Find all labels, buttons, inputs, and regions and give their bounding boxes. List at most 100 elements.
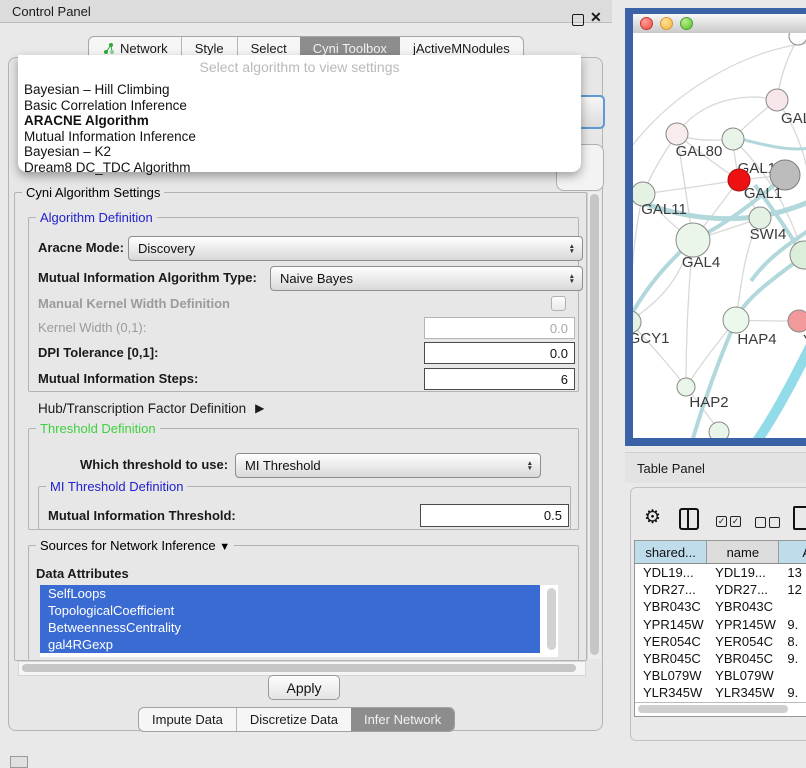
table-row[interactable]: YER054CYER054C8. — [635, 633, 806, 650]
table-row[interactable]: YPR145WYPR145W9. — [635, 616, 806, 633]
data-attributes-list[interactable]: SelfLoopsTopologicalCoefficientBetweenne… — [40, 585, 558, 657]
column-header[interactable]: name — [707, 541, 779, 563]
network-edge — [677, 97, 777, 134]
network-node-gal4[interactable] — [676, 223, 710, 257]
close-traffic-light-icon[interactable] — [640, 17, 653, 30]
table-row[interactable]: YBL079WYBL079W — [635, 667, 806, 684]
node-label: GAL11 — [641, 201, 687, 218]
network-node[interactable] — [789, 33, 806, 45]
network-edge — [693, 320, 736, 438]
tab-discretize-data[interactable]: Discretize Data — [236, 708, 351, 731]
close-icon[interactable]: ✕ — [590, 12, 602, 22]
expanded-arrow-icon: ▼ — [219, 541, 230, 553]
algorithm-definition-legend: Algorithm Definition — [36, 210, 157, 225]
network-edge — [757, 341, 806, 438]
aracne-mode-label: Aracne Mode: — [38, 236, 124, 259]
kernel-width-label: Kernel Width (0,1): — [38, 317, 146, 338]
tab-impute-data[interactable]: Impute Data — [139, 708, 236, 731]
algorithm-option[interactable]: ARACNE Algorithm — [18, 113, 581, 129]
network-node-hap4[interactable] — [723, 307, 749, 333]
attribute-item[interactable]: SelfLoops — [40, 585, 540, 602]
data-attributes-label: Data Attributes — [36, 565, 129, 581]
network-node-gal10[interactable] — [722, 128, 744, 150]
table-hscrollbar[interactable] — [635, 702, 806, 716]
window-fragment — [10, 756, 28, 768]
node-label: HAP4 — [737, 331, 776, 348]
network-edge — [741, 139, 806, 149]
network-node-y[interactable] — [788, 310, 806, 332]
mi-steps-input[interactable]: 6 — [424, 368, 575, 390]
sources-legend[interactable]: Sources for Network Inference ▼ — [36, 538, 234, 553]
spinner-arrows-icon: ▲▼ — [527, 461, 533, 471]
node-label: SWI4 — [750, 226, 787, 243]
manual-kernel-label: Manual Kernel Width Definition — [38, 295, 230, 311]
node-label: GAL1 — [744, 185, 782, 202]
export-table-icon[interactable] — [793, 506, 806, 530]
node-label: HAP2 — [689, 394, 728, 411]
algorithm-dropdown[interactable]: Select algorithm to view settings Bayesi… — [18, 55, 581, 172]
algorithm-dropdown-hint: Select algorithm to view settings — [18, 55, 581, 77]
table-row[interactable]: YBR043CYBR043C — [635, 598, 806, 615]
mi-threshold-legend: MI Threshold Definition — [46, 479, 187, 494]
dpi-tolerance-label: DPI Tolerance [0,1]: — [38, 342, 158, 363]
column-header[interactable]: A — [779, 541, 806, 563]
algorithm-option[interactable]: Basic Correlation Inference — [18, 98, 581, 114]
table-row[interactable]: YLR345WYLR345W9. — [635, 684, 806, 701]
mi-threshold-label: Mutual Information Threshold: — [48, 504, 236, 526]
minimize-traffic-light-icon[interactable] — [660, 17, 673, 30]
node-table[interactable]: shared...nameA YDL19...YDL19...13YDR27..… — [634, 540, 806, 717]
float-icon[interactable] — [572, 13, 584, 31]
table-panel-title: Table Panel — [637, 461, 705, 476]
attribute-item[interactable]: gal4RGexp — [40, 636, 540, 653]
table-row[interactable]: YDR27...YDR27...12 — [635, 581, 806, 598]
list-scrollbar-thumb[interactable] — [547, 588, 556, 650]
network-node-gal[interactable] — [766, 89, 788, 111]
spinner-arrows-icon: ▲▼ — [569, 244, 575, 254]
columns-icon[interactable] — [679, 508, 699, 530]
dpi-tolerance-input[interactable]: 0.0 — [424, 342, 575, 364]
algorithm-option[interactable]: Bayesian – K2 — [18, 144, 581, 160]
node-label: GAL80 — [676, 143, 723, 160]
network-window-titlebar[interactable] — [633, 14, 806, 34]
hub-definition-toggle[interactable]: Hub/Transcription Factor Definition ▶ — [38, 399, 264, 417]
algorithm-option[interactable]: Dream8 DC_TDC Algorithm — [18, 160, 581, 176]
spinner-arrows-icon: ▲▼ — [569, 274, 575, 284]
apply-button[interactable]: Apply — [268, 675, 340, 700]
settings-hscrollbar[interactable] — [18, 661, 586, 676]
control-panel-title: Control Panel — [12, 4, 91, 19]
attribute-item[interactable]: TopologicalCoefficient — [40, 602, 540, 619]
node-label: GAL — [781, 110, 806, 127]
network-icon — [102, 42, 115, 55]
node-label: GCY1 — [633, 330, 669, 347]
threshold-definition-legend: Threshold Definition — [36, 421, 160, 436]
mi-steps-label: Mutual Information Steps: — [38, 368, 198, 389]
which-threshold-select[interactable]: MI Threshold ▲▼ — [235, 453, 541, 478]
show-columns-icon[interactable]: ✓✓ — [716, 511, 744, 529]
algorithm-option[interactable]: Bayesian – Hill Climbing — [18, 82, 581, 98]
network-node-gal80[interactable] — [666, 123, 688, 145]
manual-kernel-checkbox[interactable] — [551, 296, 566, 311]
table-row[interactable]: YBR045CYBR045C9. — [635, 650, 806, 667]
mi-type-select[interactable]: Naive Bayes ▲▼ — [270, 266, 583, 291]
gear-icon[interactable]: ⚙ — [644, 506, 661, 529]
mi-threshold-input[interactable]: 0.5 — [420, 504, 569, 527]
algorithm-option[interactable]: Mutual Information Inference — [18, 129, 581, 145]
bottom-tabs: Impute DataDiscretize DataInfer Network — [138, 707, 455, 732]
table-row[interactable]: YDL19...YDL19...13 — [635, 564, 806, 581]
settings-scrollbar[interactable] — [587, 192, 601, 659]
control-panel-titlebar: Control Panel ✕ — [0, 0, 612, 23]
which-threshold-label: Which threshold to use: — [80, 453, 228, 476]
aracne-mode-select[interactable]: Discovery ▲▼ — [128, 236, 583, 261]
network-edge — [643, 180, 739, 194]
network-node[interactable] — [709, 422, 729, 438]
kernel-width-input[interactable]: 0.0 — [424, 317, 575, 339]
attribute-item[interactable]: BetweennessCentrality — [40, 619, 540, 636]
collapsed-arrow-icon: ▶ — [255, 401, 264, 415]
column-header[interactable]: shared... — [635, 541, 707, 563]
network-canvas[interactable]: GALGAL80GAL10GAL1GAL11SWI4GAL4GCY1HAP4YH… — [633, 33, 806, 438]
mi-type-label: Mutual Information Algorithm Type: — [38, 266, 257, 289]
node-label: GAL4 — [682, 254, 720, 271]
hide-columns-icon[interactable]: ✓✓ — [755, 512, 783, 530]
tab-infer-network[interactable]: Infer Network — [351, 708, 454, 731]
zoom-traffic-light-icon[interactable] — [680, 17, 693, 30]
